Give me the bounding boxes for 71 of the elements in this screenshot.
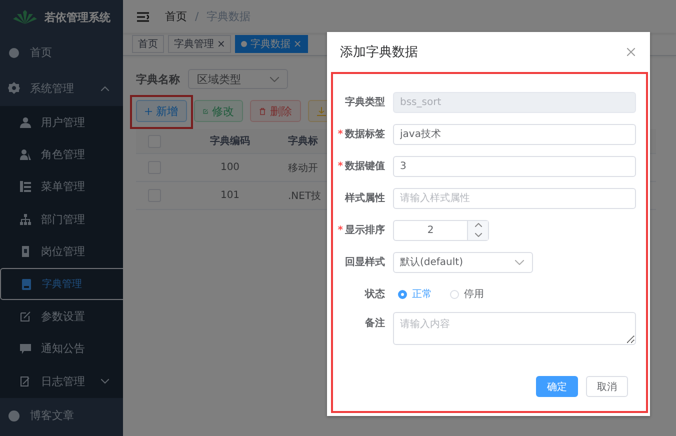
tab-close-button[interactable]: × (293, 38, 302, 50)
field-label: 数据标签 (345, 129, 385, 140)
people-icon (20, 149, 31, 160)
required-mark: * (338, 161, 343, 172)
breadcrumb-item[interactable]: 首页 (165, 9, 187, 24)
app-title: 若依管理系统 (44, 10, 110, 24)
download-icon (317, 106, 326, 116)
required-mark: * (338, 129, 343, 140)
badge-icon (20, 246, 31, 258)
menu-item[interactable]: 首页 (0, 34, 123, 70)
book-icon (21, 278, 32, 290)
chevron-icon (270, 76, 279, 82)
logo-icon (12, 10, 36, 24)
dialog-title: 添加字典数据 (340, 44, 418, 61)
field-label: 字典类型 (345, 97, 385, 108)
input-field[interactable]: java技术 (393, 124, 636, 144)
dictionary-select[interactable]: 区域类型 (188, 69, 288, 89)
decrement-icon[interactable] (474, 232, 482, 237)
page-tab[interactable]: 字典数据 × (235, 35, 308, 53)
menu-item[interactable]: 参数设置 (0, 300, 123, 333)
toolbar-button[interactable]: 新增 (136, 100, 187, 122)
column-header: 字典编码 (209, 134, 251, 148)
plus-icon (145, 106, 152, 116)
input-field[interactable]: 请输入样式属性 (393, 188, 636, 208)
table-cell-text: 100 (219, 162, 241, 173)
person-icon (20, 116, 31, 128)
trash-icon (259, 106, 266, 116)
field-label: 数据键值 (345, 161, 385, 172)
remark-textarea[interactable]: 请输入内容 (393, 312, 636, 345)
menu-item[interactable]: 通知公告 (0, 332, 123, 366)
number-input[interactable]: 2 (393, 220, 489, 240)
filter-label: 字典名称 (136, 72, 180, 86)
radio-option[interactable]: 停用 (450, 287, 484, 301)
edit-icon (20, 311, 31, 322)
sitemap-icon (20, 214, 31, 225)
radio-option[interactable]: 正常 (398, 287, 432, 301)
field-label: 备注 (365, 318, 385, 329)
chevron-icon (515, 260, 524, 264)
column-header: 字典标 (288, 134, 318, 148)
menu-item[interactable]: 角色管理 (0, 138, 123, 171)
menu-item[interactable]: 系统管理 (0, 70, 123, 106)
list-icon (20, 181, 31, 192)
gear-icon (8, 82, 20, 94)
field-label: 状态 (365, 289, 385, 300)
field-label: 回显样式 (345, 257, 385, 268)
tab-close-button[interactable]: × (217, 38, 226, 50)
field-label: 样式属性 (345, 193, 385, 204)
edit-icon (203, 106, 208, 116)
highlight-frame (130, 95, 193, 129)
page-tab[interactable]: 字典管理 × (168, 35, 232, 53)
select-field[interactable]: 默认(default) (393, 252, 533, 272)
confirm-button[interactable]: 确定 (536, 376, 578, 397)
input-field[interactable]: 3 (393, 156, 636, 176)
page-tab[interactable]: 首页 (132, 35, 164, 53)
table-cell-text: 移动开 (288, 162, 318, 174)
close-icon[interactable] (627, 48, 635, 56)
menu-item[interactable]: 部门管理 (0, 203, 123, 236)
field-label: 显示排序 (345, 225, 385, 236)
table-cell-text: 101 (219, 190, 241, 201)
menu-item[interactable]: 岗位管理 (0, 236, 123, 268)
menu-item[interactable]: 博客文章 (0, 398, 123, 434)
menu-item[interactable]: 用户管理 (0, 106, 123, 138)
menu-item[interactable]: 菜单管理 (0, 170, 123, 204)
menu-icon[interactable] (137, 12, 149, 22)
required-mark: * (338, 225, 343, 236)
increment-icon[interactable] (474, 223, 482, 228)
chat-icon (20, 343, 31, 354)
table-cell-text: .NET技 (288, 190, 322, 202)
menu-item[interactable]: 日志管理 (0, 365, 123, 398)
breadcrumb-separator: / (195, 10, 199, 23)
cancel-button[interactable]: 取消 (586, 376, 628, 397)
